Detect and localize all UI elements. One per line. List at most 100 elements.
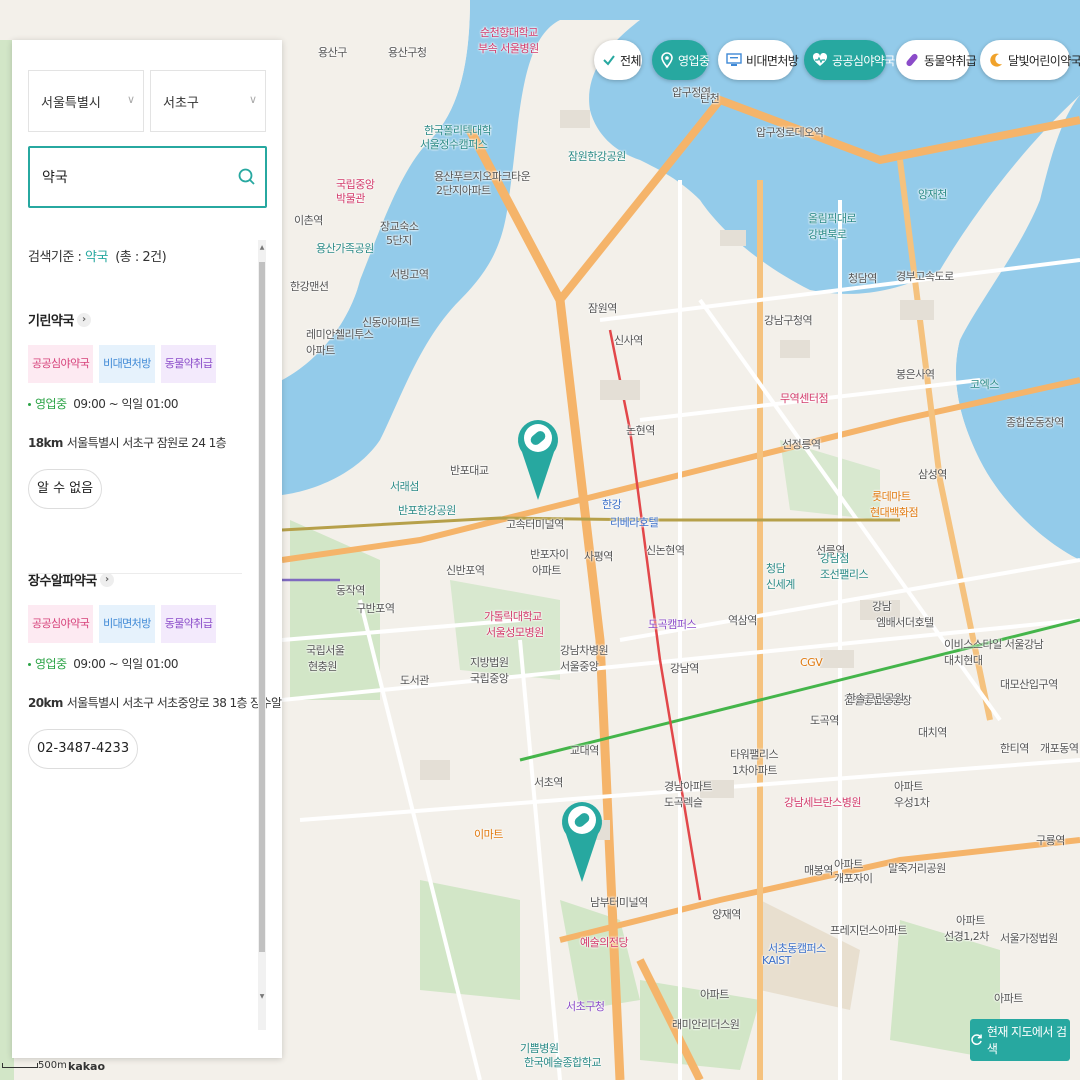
map-place-label: 아파트 <box>994 992 1023 1005</box>
result-card[interactable]: 장수알파약국 › 공공심야약국 비대면처방 동물약취급 영업중 09:00 ~ … <box>28 570 282 769</box>
map-place-label: 도곡캠퍼스 <box>648 618 697 631</box>
district-select-value: 서초구 <box>163 95 199 111</box>
map-place-label: 강남세브란스병원 <box>784 796 861 809</box>
map-place-label: 이마트 <box>474 828 503 841</box>
chevron-down-icon: ∨ <box>126 93 135 106</box>
scroll-down-icon[interactable]: ▼ <box>258 993 266 1000</box>
district-select[interactable]: 서초구 ∨ <box>150 70 266 132</box>
chip-label: 전체 <box>620 53 641 68</box>
map-place-label: 예술의전당 <box>580 936 629 949</box>
chip-label: 비대면처방 <box>746 53 799 68</box>
map-place-label: 잠원한강공원 <box>568 150 626 163</box>
map-place-label: 아파트 <box>306 344 335 357</box>
map-place-label: 서울중앙 <box>560 660 599 673</box>
moon-icon <box>988 51 1004 69</box>
chip-public-night[interactable]: 공공심야약국 <box>804 40 895 80</box>
map-place-label: 올림픽대로 <box>808 212 857 225</box>
map-place-label: 선정릉역 <box>782 438 821 451</box>
map-place-label: 경부고속도로 <box>896 270 954 283</box>
map-place-label: 봉은사역 <box>896 368 935 381</box>
map-place-label: 서울정수캠퍼스 <box>420 138 488 151</box>
map-place-label: 서울성모병원 <box>486 626 544 639</box>
tag-public-night: 공공심야약국 <box>28 605 94 643</box>
map-place-label: 래미안리더스원 <box>672 1018 740 1031</box>
result-list: 검색기준 : 약국 (총 : 2건) 기린약국 › 공공심야약국 비대면처방 동… <box>12 240 282 1030</box>
chip-telemedicine[interactable]: 비대면처방 <box>718 40 799 80</box>
map-place-label: 리베라호텔 <box>610 516 659 529</box>
heart-pulse-icon <box>812 51 828 69</box>
chip-open-now[interactable]: 영업중 <box>652 40 710 80</box>
distance: 20km <box>28 696 63 710</box>
map-place-label: 무역센터점 <box>780 392 829 405</box>
result-scrollbar[interactable]: ▲ ▼ <box>258 240 266 1030</box>
scroll-up-icon[interactable]: ▲ <box>258 244 266 251</box>
chip-all[interactable]: 전체 <box>594 40 642 80</box>
map-place-label: 서초역 <box>534 776 563 789</box>
map-place-label: 타워팰리스 <box>730 748 779 761</box>
map-place-label: 신반포역 <box>446 564 485 577</box>
pharmacy-name-text: 장수알파약국 <box>28 574 97 589</box>
map-place-label: 신논현역 <box>646 544 685 557</box>
tag-public-night: 공공심야약국 <box>28 345 94 383</box>
search-icon[interactable] <box>237 167 257 187</box>
map-place-label: 용산가족공원 <box>316 242 374 255</box>
map-place-label: 사평역 <box>584 550 613 563</box>
search-panel: 서울특별시 ∨ 서초구 ∨ 검색기준 : 약국 (총 : 2건) 기린약국 › … <box>12 40 282 1058</box>
map-place-label: 한강맨션 <box>290 280 329 293</box>
map-place-label: 남부터미널역 <box>590 896 648 909</box>
result-card[interactable]: 기린약국 › 공공심야약국 비대면처방 동물약취급 영업중 09:00 ~ 익일… <box>28 310 248 509</box>
open-status: 영업중 <box>35 397 67 411</box>
city-select[interactable]: 서울특별시 ∨ <box>28 70 144 132</box>
monitor-icon <box>726 51 742 69</box>
search-box <box>28 146 267 208</box>
pharmacy-address: 18km 서울특별시 서초구 잠원로 24 1층 <box>28 434 248 451</box>
search-basis-count: (총 : 2건) <box>115 250 167 265</box>
map-place-label: 양재역 <box>712 908 741 921</box>
map-place-label: 이비스스타일 서울강남 <box>944 638 1044 651</box>
map-place-label: 코엑스 <box>970 378 999 391</box>
map-place-label: 2단지아파트 <box>436 184 491 197</box>
city-select-value: 서울특별시 <box>41 95 101 111</box>
map-place-label: 신세계 <box>766 578 795 591</box>
chip-animal-medicine[interactable]: 동물약취급 <box>896 40 977 80</box>
kakao-logo: kakao <box>68 1060 106 1073</box>
map-place-label: CGV <box>800 656 823 669</box>
map-place-label: 선경1,2차 <box>944 930 989 943</box>
map-place-label: 반포대교 <box>450 464 489 477</box>
map-place-label: 가톨릭대학교 <box>484 610 542 623</box>
scroll-thumb[interactable] <box>259 262 265 952</box>
map-place-label: 용산구 <box>318 46 347 59</box>
phone-button[interactable]: 02-3487-4233 <box>28 729 139 769</box>
map-place-label: 반포한강공원 <box>398 504 456 517</box>
map-place-label: 레미안첼리투스 <box>306 328 374 341</box>
phone-button[interactable]: 알 수 없음 <box>28 469 103 509</box>
map-place-label: 순천향대학교 <box>480 26 538 39</box>
chevron-right-icon: › <box>99 572 114 587</box>
search-this-area-button[interactable]: 현재 지도에서 검색 <box>970 1019 1070 1061</box>
address-text: 서울특별시 서초구 서초중앙로 38 1층 장수알파약국 <box>66 696 282 710</box>
map-place-label: 현충원 <box>308 660 337 673</box>
chevron-down-icon: ∨ <box>248 93 257 106</box>
map-place-label: 우성1차 <box>894 796 930 809</box>
map-place-label: 종합운동장역 <box>1006 416 1064 429</box>
map-scale-label: 500m <box>38 1060 67 1071</box>
tag-telemedicine: 비대면처방 <box>99 345 155 383</box>
pharmacy-name[interactable]: 기린약국 › <box>28 310 248 329</box>
map-place-label: 국립서울 <box>306 644 345 657</box>
map-place-label: 아파트 <box>532 564 561 577</box>
map-place-label: 동작역 <box>336 584 365 597</box>
map-place-label: 강남 <box>872 600 892 613</box>
map-place-label: 말죽거리공원 <box>888 862 946 875</box>
search-input[interactable] <box>30 148 220 206</box>
map-place-label: 엠배서더호텔 <box>876 616 934 629</box>
distance: 18km <box>28 436 63 450</box>
map-place-label: 탄천 <box>700 92 720 105</box>
map-place-label: 용산구청 <box>388 46 427 59</box>
chip-moonlight-kids[interactable]: 달빛어린이약국 <box>980 40 1080 80</box>
pharmacy-name[interactable]: 장수알파약국 › <box>28 570 248 589</box>
map-place-label: 개포동역 <box>1040 742 1079 755</box>
map-place-label: 프레지던스아파트 <box>830 924 907 937</box>
map-place-label: 박물관 <box>336 192 365 205</box>
map-place-label: 역삼역 <box>728 614 757 627</box>
chip-label: 동물약취급 <box>924 53 977 68</box>
